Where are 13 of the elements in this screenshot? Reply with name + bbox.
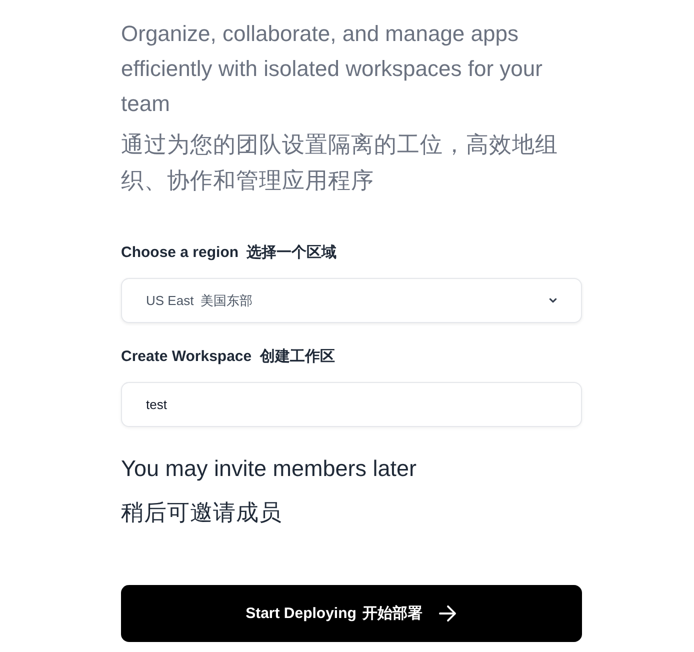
region-select[interactable]: US East 美国东部 xyxy=(121,278,582,323)
field-label: 创建工作区 xyxy=(260,348,335,365)
invite-note-text: 稍后可邀请成员 xyxy=(121,499,283,527)
field-label: Choose a region xyxy=(121,244,239,261)
invite-note-text: You may invite members later xyxy=(121,455,418,483)
workspace-name-field[interactable]: test xyxy=(121,382,582,427)
field-label: 选择一个区域 xyxy=(246,244,337,261)
arrow-right-icon xyxy=(438,605,458,622)
field-label: Create Workspace xyxy=(121,348,252,365)
description-text: 通过为您的团队设置隔离的工位，高效地组织、协作和管理应用程序 xyxy=(121,131,559,195)
start-deploying-button[interactable]: Start Deploying 开始部署 xyxy=(121,585,582,642)
chevron-down-icon xyxy=(549,298,557,303)
description-text: Organize, collaborate, and manage apps efficiently with isolated workspaces for your team xyxy=(121,20,544,118)
